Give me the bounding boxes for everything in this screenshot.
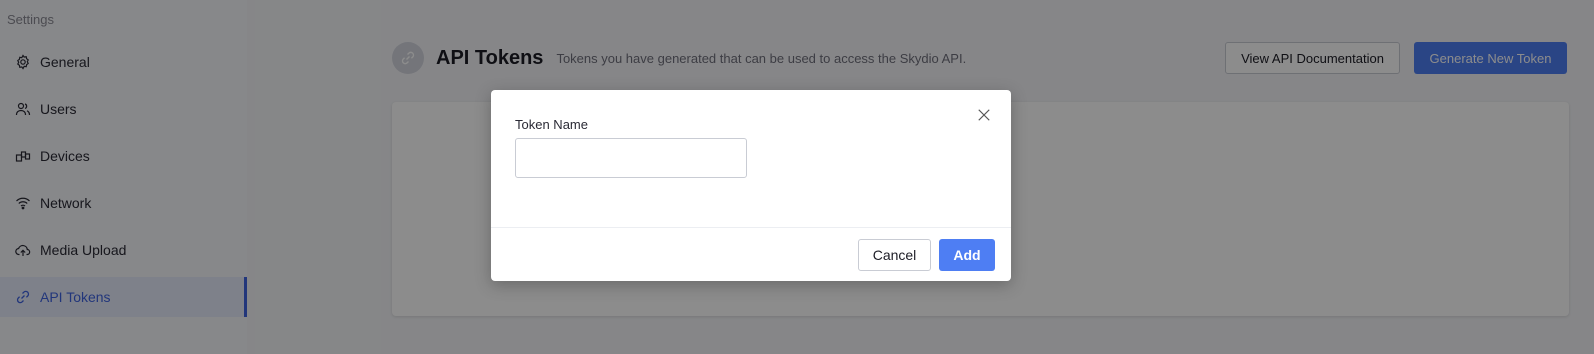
add-button[interactable]: Add [939,239,995,271]
app-root: Settings General Users Devices Network M… [0,0,1594,354]
modal-divider [491,227,1011,228]
close-icon[interactable] [975,106,993,124]
cancel-button[interactable]: Cancel [858,239,931,271]
token-name-input[interactable] [515,138,747,178]
token-name-label: Token Name [515,117,588,132]
add-token-modal: Token Name Cancel Add [491,90,1011,281]
